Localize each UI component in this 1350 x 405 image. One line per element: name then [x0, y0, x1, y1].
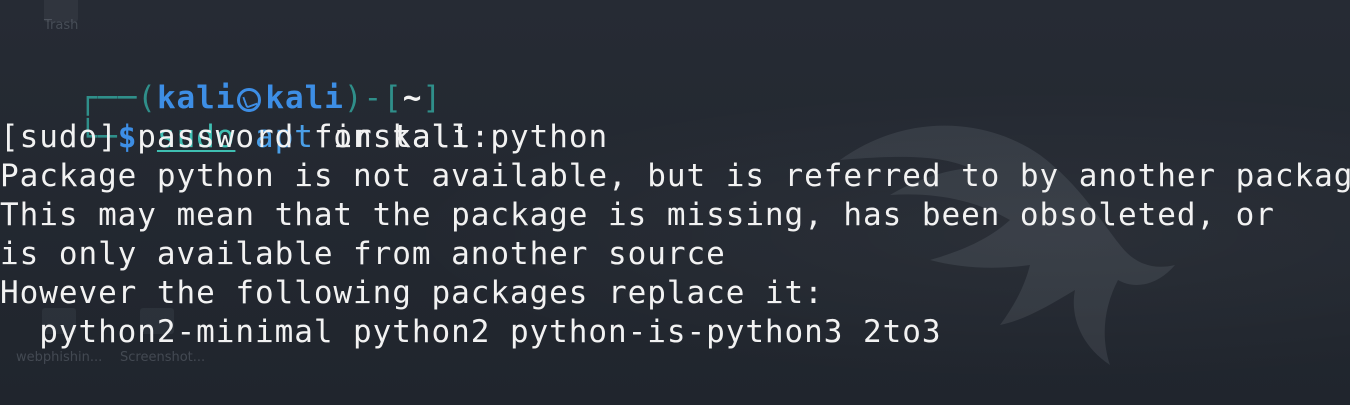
terminal-output-line: However the following packages replace i… — [0, 275, 824, 311]
prompt-header: ┌──(kali kali)-[~] — [0, 40, 442, 116]
terminal-output-line: Package python is not available, but is … — [0, 158, 1350, 194]
terminal-output-line: This may mean that the package is missin… — [0, 197, 1275, 233]
terminal-window[interactable]: ┌──(kali kali)-[~] └─$ sudo apt install p… — [0, 0, 1350, 405]
terminal-output-line: is only available from another source — [0, 236, 726, 272]
command-line[interactable]: └─$ sudo apt install python — [0, 79, 608, 155]
terminal-output-line: python2-minimal python2 python-is-python… — [0, 314, 942, 350]
terminal-output-line: [sudo] password for kali: — [0, 119, 491, 155]
